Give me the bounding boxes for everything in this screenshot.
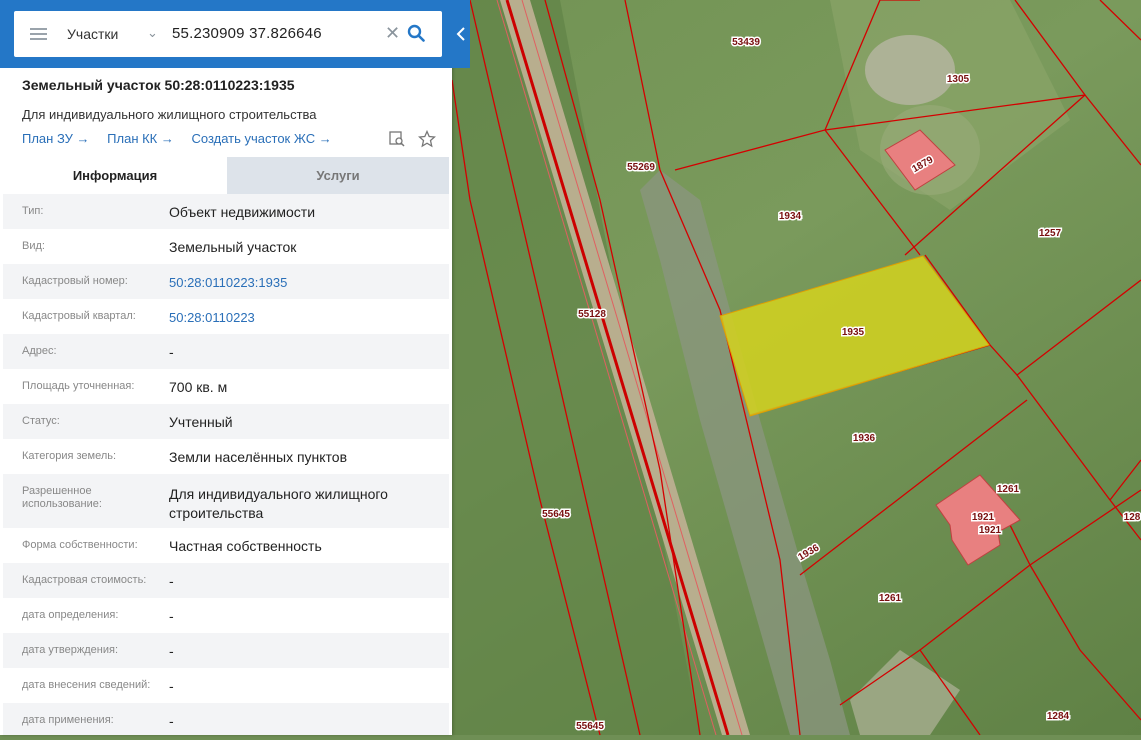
row-value: Объект недвижимости xyxy=(169,204,316,220)
row-value: Учтенный xyxy=(169,414,233,430)
clear-icon[interactable]: ✕ xyxy=(385,23,400,44)
table-row: Кадастровая стоимость: - xyxy=(3,563,449,598)
row-value: - xyxy=(169,713,174,729)
row-label: Кадастровый квартал: xyxy=(22,310,136,322)
header-actions xyxy=(388,129,437,153)
search-type-select[interactable]: Участки xyxy=(67,26,118,42)
search-icon[interactable] xyxy=(407,24,425,47)
star-icon[interactable] xyxy=(418,129,437,148)
row-label: Площадь уточненная: xyxy=(22,380,135,392)
row-value: Земельный участок xyxy=(169,239,297,255)
row-label: Вид: xyxy=(22,240,45,252)
cadastral-quarter-link[interactable]: 50:28:0110223 xyxy=(169,310,255,325)
row-value: 700 кв. м xyxy=(169,379,228,395)
row-value: - xyxy=(169,678,174,694)
parcel-label: 55645 xyxy=(576,721,604,732)
table-row: Площадь уточненная: 700 кв. м xyxy=(3,369,449,404)
row-label: Адрес: xyxy=(22,345,57,357)
parcel-label: 1936 xyxy=(853,433,876,444)
row-label: Статус: xyxy=(22,415,60,427)
row-value: - xyxy=(169,608,174,624)
parcel-label: 55269 xyxy=(627,162,655,173)
parcel-links: План ЗУ → План КК → Создать участок ЖС → xyxy=(22,131,346,146)
table-row: дата утверждения: - xyxy=(3,633,449,668)
search-bar: Участки ⌄ 55.230909 37.826646 ✕ xyxy=(0,0,452,68)
row-label: дата применения: xyxy=(22,714,114,726)
parcel-label: 1921 xyxy=(979,525,1002,536)
table-row: Категория земель: Земли населённых пункто… xyxy=(3,439,449,474)
table-row: Адрес: - xyxy=(3,334,449,369)
table-row: Статус: Учтенный xyxy=(3,404,449,439)
table-row: Тип: Объект недвижимости xyxy=(3,194,449,229)
parcel-label: 55128 xyxy=(578,309,606,320)
search-box: Участки ⌄ 55.230909 37.826646 ✕ xyxy=(14,11,442,57)
row-label: Кадастровый номер: xyxy=(22,275,128,287)
cadastral-number-link[interactable]: 50:28:0110223:1935 xyxy=(169,275,287,290)
search-input[interactable]: 55.230909 37.826646 xyxy=(172,25,322,42)
table-row: Разрешенное использование: Для индивидуал… xyxy=(3,474,449,528)
parcel-subtitle: Для индивидуального жилищного строительс… xyxy=(22,107,317,122)
plan-kk-link[interactable]: План КК → xyxy=(107,131,174,146)
row-label: Форма собственности: xyxy=(22,539,138,551)
tab-services[interactable]: Услуги xyxy=(227,157,449,194)
menu-icon[interactable] xyxy=(30,28,47,40)
parcel-label: 1261 xyxy=(879,593,902,604)
row-label: дата определения: xyxy=(22,609,119,621)
row-value: Земли населённых пунктов xyxy=(169,449,348,465)
table-row: дата применения: - xyxy=(3,703,449,735)
table-row: Кадастровый квартал: 50:28:0110223 xyxy=(3,299,449,334)
parcel-title: Земельный участок 50:28:0110223:1935 xyxy=(22,77,295,93)
attribute-table: Тип: Объект недвижимости Вид: Земельный уч… xyxy=(3,194,449,735)
parcel-label: 53439 xyxy=(732,37,760,48)
row-value: - xyxy=(169,344,174,360)
table-row: Форма собственности: Частная собственност… xyxy=(3,528,449,563)
info-panel: Участки ⌄ 55.230909 37.826646 ✕ Земельны… xyxy=(0,0,452,735)
search-document-icon[interactable] xyxy=(388,130,406,148)
parcel-label: 1921 xyxy=(972,512,995,523)
chevron-left-icon xyxy=(456,27,465,41)
parcel-label: 128 xyxy=(1124,512,1141,523)
parcel-label: 1934 xyxy=(779,211,802,222)
table-row: дата определения: - xyxy=(3,598,449,633)
row-value: Частная собственность xyxy=(169,538,322,554)
parcel-label: 1261 xyxy=(997,484,1020,495)
row-value: Для индивидуального жилищного строительс… xyxy=(169,486,388,521)
table-row: Кадастровый номер: 50:28:0110223:1935 xyxy=(3,264,449,299)
parcel-label: 1305 xyxy=(947,74,970,85)
parcel-label: 1257 xyxy=(1039,228,1062,239)
row-label: Кадастровая стоимость: xyxy=(22,574,147,586)
create-parcel-link[interactable]: Создать участок ЖС → xyxy=(192,131,332,146)
tab-info[interactable]: Информация xyxy=(3,157,227,194)
collapse-panel-button[interactable] xyxy=(452,0,470,68)
table-row: дата внесения сведений: - xyxy=(3,668,449,703)
row-label: дата утверждения: xyxy=(22,644,119,656)
parcel-label: 1935 xyxy=(842,327,865,338)
chevron-down-icon[interactable]: ⌄ xyxy=(147,25,158,41)
row-value: - xyxy=(169,643,174,659)
parcel-label: 55645 xyxy=(542,509,570,520)
table-row: Вид: Земельный участок xyxy=(3,229,449,264)
plan-zu-link[interactable]: План ЗУ → xyxy=(22,131,90,146)
parcel-label: 1284 xyxy=(1047,711,1070,722)
row-label: дата внесения сведений: xyxy=(22,679,151,691)
row-label: Категория земель: xyxy=(22,450,117,462)
row-value: - xyxy=(169,573,174,589)
row-label: Тип: xyxy=(22,205,44,217)
row-label: Разрешенное использование: xyxy=(22,485,102,510)
tab-bar: Информация Услуги xyxy=(3,157,449,194)
